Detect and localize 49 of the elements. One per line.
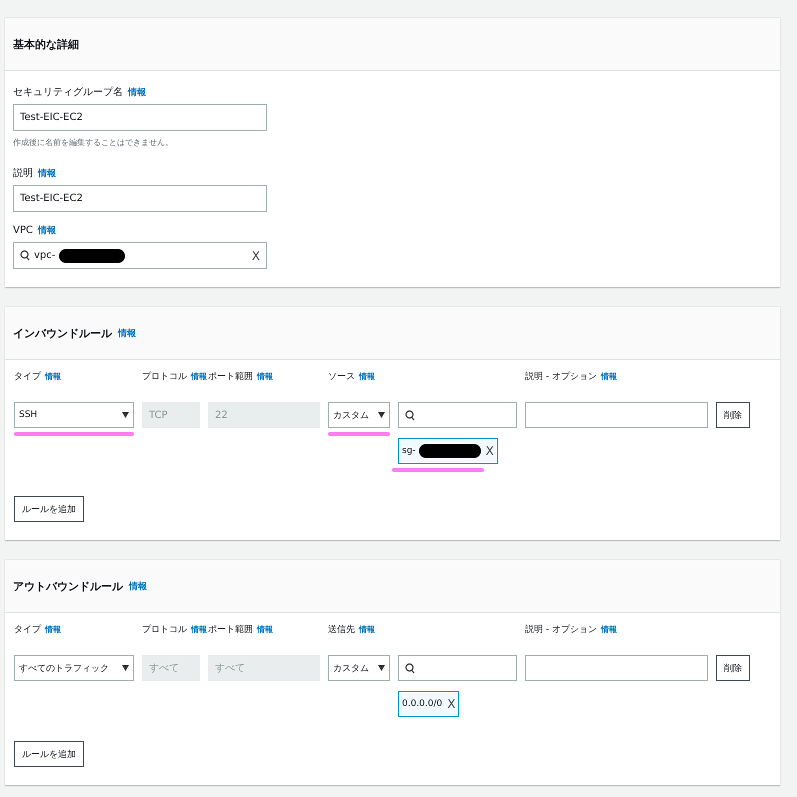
token-value: 0.0.0.0/0 [402,699,442,709]
type-dropdown[interactable]: すべてのトラフィック [14,655,134,681]
section-title: インバウンドルール [13,326,112,340]
column-label: 送信先 [328,624,355,636]
info-link[interactable]: 情報 [128,86,146,98]
column-label: ソース [328,371,355,383]
info-link[interactable]: 情報 [191,624,207,635]
delete-button[interactable]: 削除 [716,655,750,681]
clear-button[interactable]: X [252,248,260,262]
column-label: 説明 - オプション [525,623,597,636]
delete-button[interactable]: 削除 [716,402,750,428]
column-label: ポート範囲 [208,370,253,383]
info-link[interactable]: 情報 [257,624,273,635]
info-link[interactable]: 情報 [600,371,617,382]
field-label: VPC [13,225,33,236]
column-label: ポート範囲 [208,624,253,636]
column-label: タイプ [14,370,41,383]
remove-button[interactable]: X [486,444,494,458]
search-input[interactable]: vpc- X [13,242,267,269]
section-title: 基本的な詳細 [13,36,79,52]
type-dropdown[interactable]: SSH [14,402,134,428]
add-rule-button[interactable]: ルールを追加 [14,741,84,767]
source-dropdown[interactable]: カスタム [328,402,390,428]
text-input[interactable]: Test-EIC-EC2 [13,185,267,212]
info-link[interactable]: 情報 [600,624,617,635]
info-link[interactable]: 情報 [118,326,136,340]
field-label: 説明 [13,166,33,180]
add-rule-button[interactable]: ルールを追加 [14,496,84,522]
text-input[interactable]: Test-EIC-EC2 [13,104,267,131]
column-label: タイプ [14,623,41,636]
column-label: プロトコル [142,623,187,636]
input-value: vpc- [34,250,56,261]
field-label: セキュリティグループ名 [13,86,123,99]
section-title: アウトバウンドルール [13,578,123,594]
column-label: プロトコル [142,370,187,383]
info-link[interactable]: 情報 [38,224,56,237]
info-link[interactable]: 情報 [45,624,61,635]
token-value: sg- [402,446,416,456]
source-dropdown[interactable]: カスタム [328,655,390,681]
info-link[interactable]: 情報 [359,371,375,382]
info-link[interactable]: 情報 [359,624,375,635]
info-link[interactable]: 情報 [129,580,147,592]
column-label: 説明 - オプション [525,370,597,383]
field-hint: 作成後に名前を編集することはできません。 [13,137,174,148]
info-link[interactable]: 情報 [191,371,207,382]
info-link[interactable]: 情報 [257,371,273,382]
info-link[interactable]: 情報 [45,371,61,382]
remove-button[interactable]: X [447,697,456,711]
info-link[interactable]: 情報 [38,166,56,180]
